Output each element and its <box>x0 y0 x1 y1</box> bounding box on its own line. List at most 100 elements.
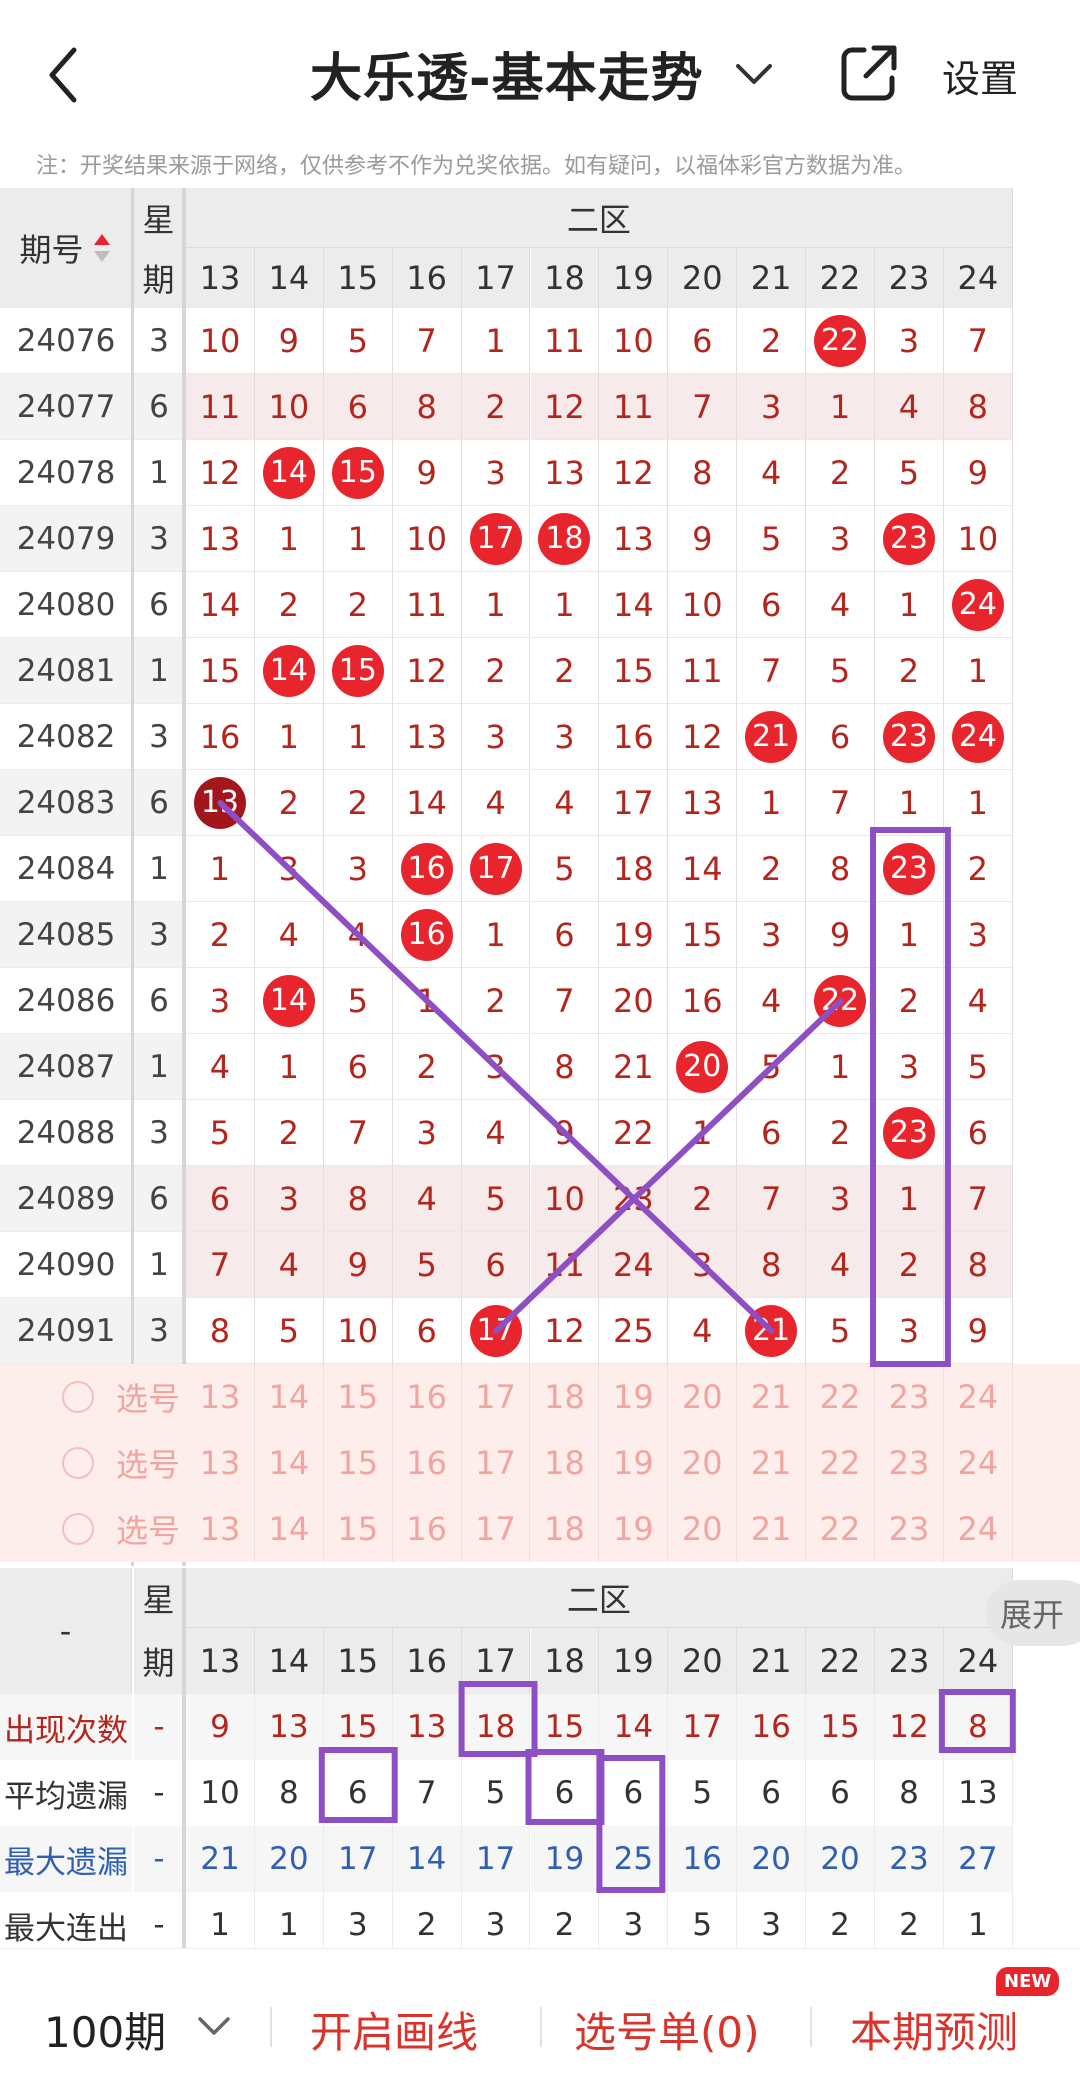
omission-value: 10 <box>681 585 723 624</box>
select-number[interactable]: 24 <box>944 1430 1013 1496</box>
prediction-button[interactable]: 本期预测 <box>850 1999 1018 2060</box>
omission-value: 2 <box>209 915 231 954</box>
omission-cell: 1 <box>461 572 531 638</box>
omission-value: 4 <box>485 1113 506 1152</box>
select-number[interactable]: 24 <box>944 1364 1013 1430</box>
select-number[interactable]: 23 <box>875 1496 944 1562</box>
weekday: 1 <box>134 836 184 902</box>
omission-value: 3 <box>278 849 300 888</box>
winning-ball: 23 <box>882 842 935 895</box>
hit-cell: 23 <box>875 1100 944 1166</box>
select-number[interactable]: 23 <box>875 1364 944 1430</box>
omission-value: 1 <box>416 981 437 1020</box>
draw-line-button[interactable]: 开启画线 <box>310 1999 478 2060</box>
select-row-toggle[interactable]: 选号 <box>0 1364 182 1430</box>
omission-value: 10 <box>544 1179 585 1218</box>
omission-cell: 7 <box>943 1166 1013 1232</box>
select-number[interactable]: 16 <box>393 1496 462 1562</box>
omission-value: 2 <box>692 1179 713 1218</box>
expand-button[interactable]: 展开 <box>986 1580 1080 1646</box>
chevron-down-icon[interactable] <box>732 56 776 92</box>
select-number[interactable]: 19 <box>599 1496 669 1562</box>
omission-cell: 11 <box>530 1232 600 1298</box>
select-number[interactable]: 15 <box>324 1496 393 1562</box>
select-number[interactable]: 13 <box>186 1430 255 1496</box>
omission-cell: 16 <box>668 968 738 1034</box>
omission-cell: 8 <box>530 1034 600 1100</box>
radio-button[interactable] <box>62 1447 94 1479</box>
omission-value: 3 <box>760 915 782 954</box>
select-number[interactable]: 20 <box>668 1430 738 1496</box>
select-number[interactable]: 15 <box>324 1364 393 1430</box>
share-icon[interactable] <box>838 42 900 104</box>
radio-button[interactable] <box>62 1513 94 1545</box>
omission-value: 11 <box>406 585 447 624</box>
omission-cell: 8 <box>943 374 1013 440</box>
omission-value: 7 <box>416 321 437 360</box>
issue-header[interactable]: 期号 <box>0 188 132 308</box>
select-number[interactable]: 14 <box>255 1364 324 1430</box>
stat-value: 18 <box>461 1694 531 1760</box>
select-number[interactable]: 17 <box>462 1364 531 1430</box>
select-number[interactable]: 18 <box>531 1430 600 1496</box>
select-number[interactable]: 15 <box>324 1430 393 1496</box>
select-number[interactable]: 13 <box>186 1364 255 1430</box>
select-number[interactable]: 21 <box>737 1364 807 1430</box>
stat-value: 6 <box>737 1760 807 1826</box>
omission-value: 6 <box>485 1245 506 1284</box>
select-row-toggle[interactable]: 选号 <box>0 1496 182 1562</box>
chevron-down-icon[interactable] <box>196 2011 232 2041</box>
select-number[interactable]: 18 <box>531 1364 600 1430</box>
select-number[interactable]: 16 <box>393 1364 462 1430</box>
select-number[interactable]: 17 <box>462 1430 531 1496</box>
select-number[interactable]: 23 <box>875 1430 944 1496</box>
omission-value: 7 <box>760 651 782 690</box>
select-number[interactable]: 22 <box>806 1496 875 1562</box>
sort-icon[interactable] <box>92 232 112 264</box>
select-number[interactable]: 21 <box>737 1430 807 1496</box>
settings-button[interactable]: 设置 <box>942 48 1018 103</box>
select-number[interactable]: 22 <box>806 1430 875 1496</box>
selection-list-button[interactable]: 选号单(0) <box>574 1999 760 2060</box>
select-row-toggle[interactable]: 选号 <box>0 1430 182 1496</box>
select-number[interactable]: 24 <box>944 1496 1013 1562</box>
back-arrow-icon[interactable] <box>40 40 90 110</box>
select-number[interactable]: 22 <box>806 1364 875 1430</box>
stat-row-label: 出现次数 <box>0 1694 132 1760</box>
select-number[interactable]: 17 <box>462 1496 531 1562</box>
select-number[interactable]: 19 <box>599 1430 669 1496</box>
stat-value: 17 <box>461 1826 531 1892</box>
omission-value: 9 <box>967 1311 989 1350</box>
omission-cell: 13 <box>599 506 669 572</box>
omission-value: 12 <box>199 453 241 492</box>
column-header: 21 <box>737 248 807 308</box>
omission-value: 1 <box>485 321 506 360</box>
stat-value: 15 <box>323 1694 393 1760</box>
stat-value: 27 <box>943 1826 1013 1892</box>
omission-cell: 8 <box>806 836 875 902</box>
winning-ball: 23 <box>882 512 935 565</box>
select-number[interactable]: 21 <box>737 1496 807 1562</box>
select-number[interactable]: 19 <box>599 1364 669 1430</box>
hit-cell: 23 <box>875 836 944 902</box>
winning-ball: 14 <box>262 446 315 499</box>
select-number[interactable]: 14 <box>255 1496 324 1562</box>
select-number[interactable]: 20 <box>668 1496 738 1562</box>
select-number[interactable]: 14 <box>255 1430 324 1496</box>
weekday: 3 <box>134 704 184 770</box>
radio-button[interactable] <box>62 1381 94 1413</box>
omission-value: 4 <box>829 1245 851 1284</box>
omission-cell: 2 <box>668 1166 738 1232</box>
select-number[interactable]: 16 <box>393 1430 462 1496</box>
hit-cell: 21 <box>737 704 807 770</box>
winning-ball: 13 <box>193 776 246 829</box>
select-number[interactable]: 18 <box>531 1496 600 1562</box>
omission-cell: 23 <box>599 1166 669 1232</box>
select-number[interactable]: 20 <box>668 1364 738 1430</box>
omission-cell: 5 <box>254 1298 324 1364</box>
page-title[interactable]: 大乐透-基本走势 <box>310 36 704 111</box>
select-number[interactable]: 13 <box>186 1496 255 1562</box>
period-selector[interactable]: 100期 <box>44 1999 166 2060</box>
omission-cell: 11 <box>392 572 462 638</box>
omission-value: 2 <box>278 1113 300 1152</box>
